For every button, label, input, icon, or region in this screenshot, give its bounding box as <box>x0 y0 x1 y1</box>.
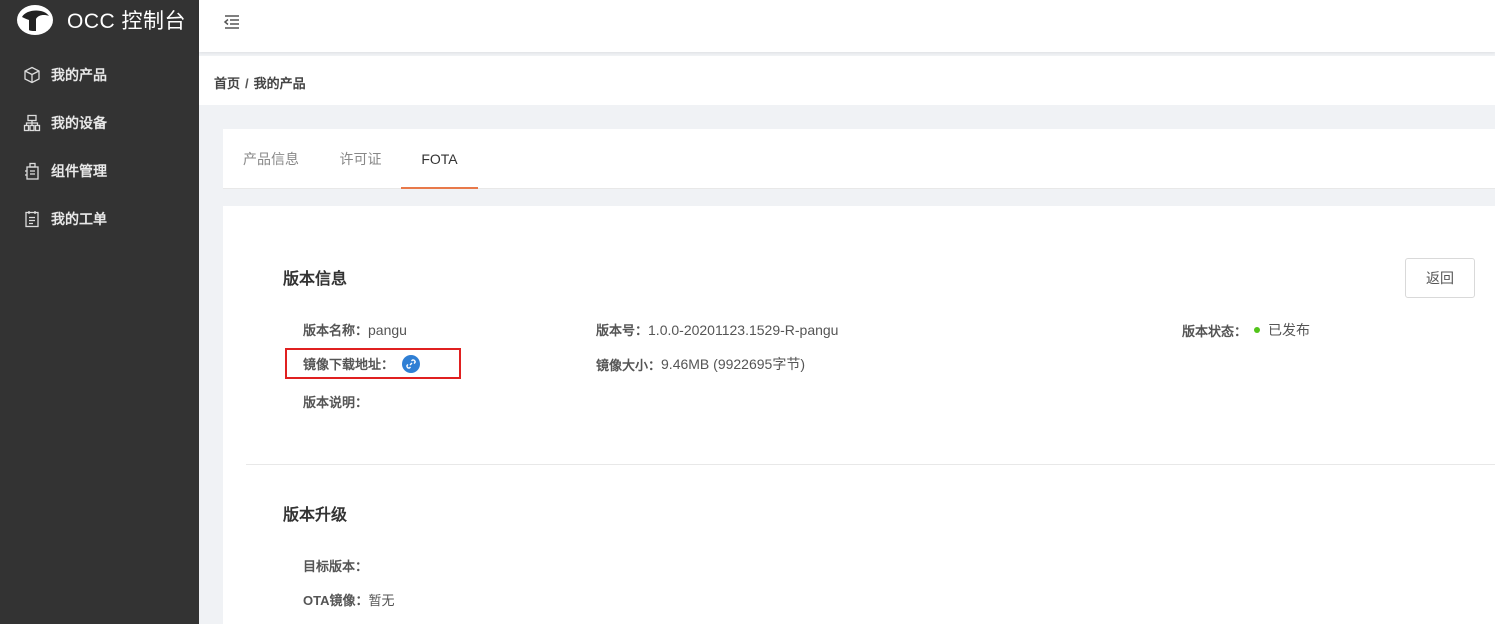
status-dot-icon <box>1254 327 1261 333</box>
logo-icon <box>16 4 54 36</box>
sidebar-item-label: 我的产品 <box>51 67 107 83</box>
image-size-label: 镜像大小： <box>596 357 662 373</box>
sidebar-item-my-devices[interactable]: 我的设备 <box>0 103 199 143</box>
version-info-title: 版本信息 <box>283 271 348 288</box>
sidebar-item-label: 组件管理 <box>51 163 107 179</box>
component-icon <box>22 161 42 181</box>
breadcrumb: 首页 / 我的产品 <box>214 73 306 92</box>
section-divider <box>246 464 1495 465</box>
top-bar <box>199 0 1495 52</box>
logo[interactable]: OCC 控制台 <box>16 2 186 38</box>
app-title: OCC 控制台 <box>67 10 186 33</box>
sidebar-item-my-products[interactable]: 我的产品 <box>0 55 199 95</box>
version-name-value: pangu <box>368 321 407 338</box>
target-version-label: 目标版本： <box>303 559 369 574</box>
breadcrumb-separator: / <box>245 76 249 91</box>
device-tree-icon <box>22 113 42 133</box>
menu-collapse-icon[interactable] <box>222 12 242 32</box>
ota-image-label: OTA镜像： <box>303 593 369 608</box>
sidebar-item-my-tickets[interactable]: 我的工单 <box>0 199 199 239</box>
version-upgrade-title: 版本升级 <box>283 507 348 524</box>
breadcrumb-home[interactable]: 首页 <box>214 76 240 91</box>
sidebar: OCC 控制台 我的产品 我的设备 组件管理 我的工单 <box>0 0 199 624</box>
version-number-label: 版本号： <box>596 323 649 338</box>
active-tab-indicator <box>401 187 478 189</box>
version-number-field: 版本号： 1.0.0-20201123.1529-R-pangu <box>596 320 838 339</box>
sidebar-item-label: 我的工单 <box>51 211 107 227</box>
target-version-field: 目标版本： <box>303 556 368 575</box>
tab-product-info[interactable]: 产品信息 <box>243 129 299 189</box>
fota-content: 版本信息 返回 版本名称： pangu 版本号： 1.0.0-20201123.… <box>223 206 1495 624</box>
version-name-field: 版本名称： pangu <box>303 320 407 339</box>
download-url-field: 镜像下载地址： <box>303 354 421 373</box>
breadcrumb-current: 我的产品 <box>253 76 306 91</box>
sidebar-item-components[interactable]: 组件管理 <box>0 151 199 191</box>
version-status-value: 已发布 <box>1268 322 1311 338</box>
breadcrumb-bar: 首页 / 我的产品 <box>199 56 1495 105</box>
image-size-field: 镜像大小： 9.46MB (9922695字节) <box>596 354 805 374</box>
version-status-field: 版本状态： 已发布 <box>1182 320 1310 340</box>
version-name-label: 版本名称： <box>303 323 369 338</box>
version-number-value: 1.0.0-20201123.1529-R-pangu <box>648 321 839 338</box>
download-url-label: 镜像下载地址： <box>303 357 395 372</box>
cube-icon <box>22 65 42 85</box>
link-icon[interactable] <box>402 354 421 373</box>
tabs-bar: 产品信息 许可证 FOTA <box>223 129 1495 189</box>
back-button[interactable]: 返回 <box>1405 258 1475 298</box>
ota-image-field: OTA镜像： 暂无 <box>303 590 395 609</box>
version-description-field: 版本说明： <box>303 392 368 411</box>
sidebar-item-label: 我的设备 <box>51 115 107 131</box>
image-size-value: 9.46MB (9922695字节) <box>661 356 805 372</box>
tab-license[interactable]: 许可证 <box>339 129 382 189</box>
tab-fota[interactable]: FOTA <box>401 129 478 189</box>
version-description-label: 版本说明： <box>303 395 369 410</box>
version-status-label: 版本状态： <box>1182 323 1248 339</box>
ota-image-value: 暂无 <box>368 593 395 608</box>
ticket-icon <box>22 209 42 229</box>
